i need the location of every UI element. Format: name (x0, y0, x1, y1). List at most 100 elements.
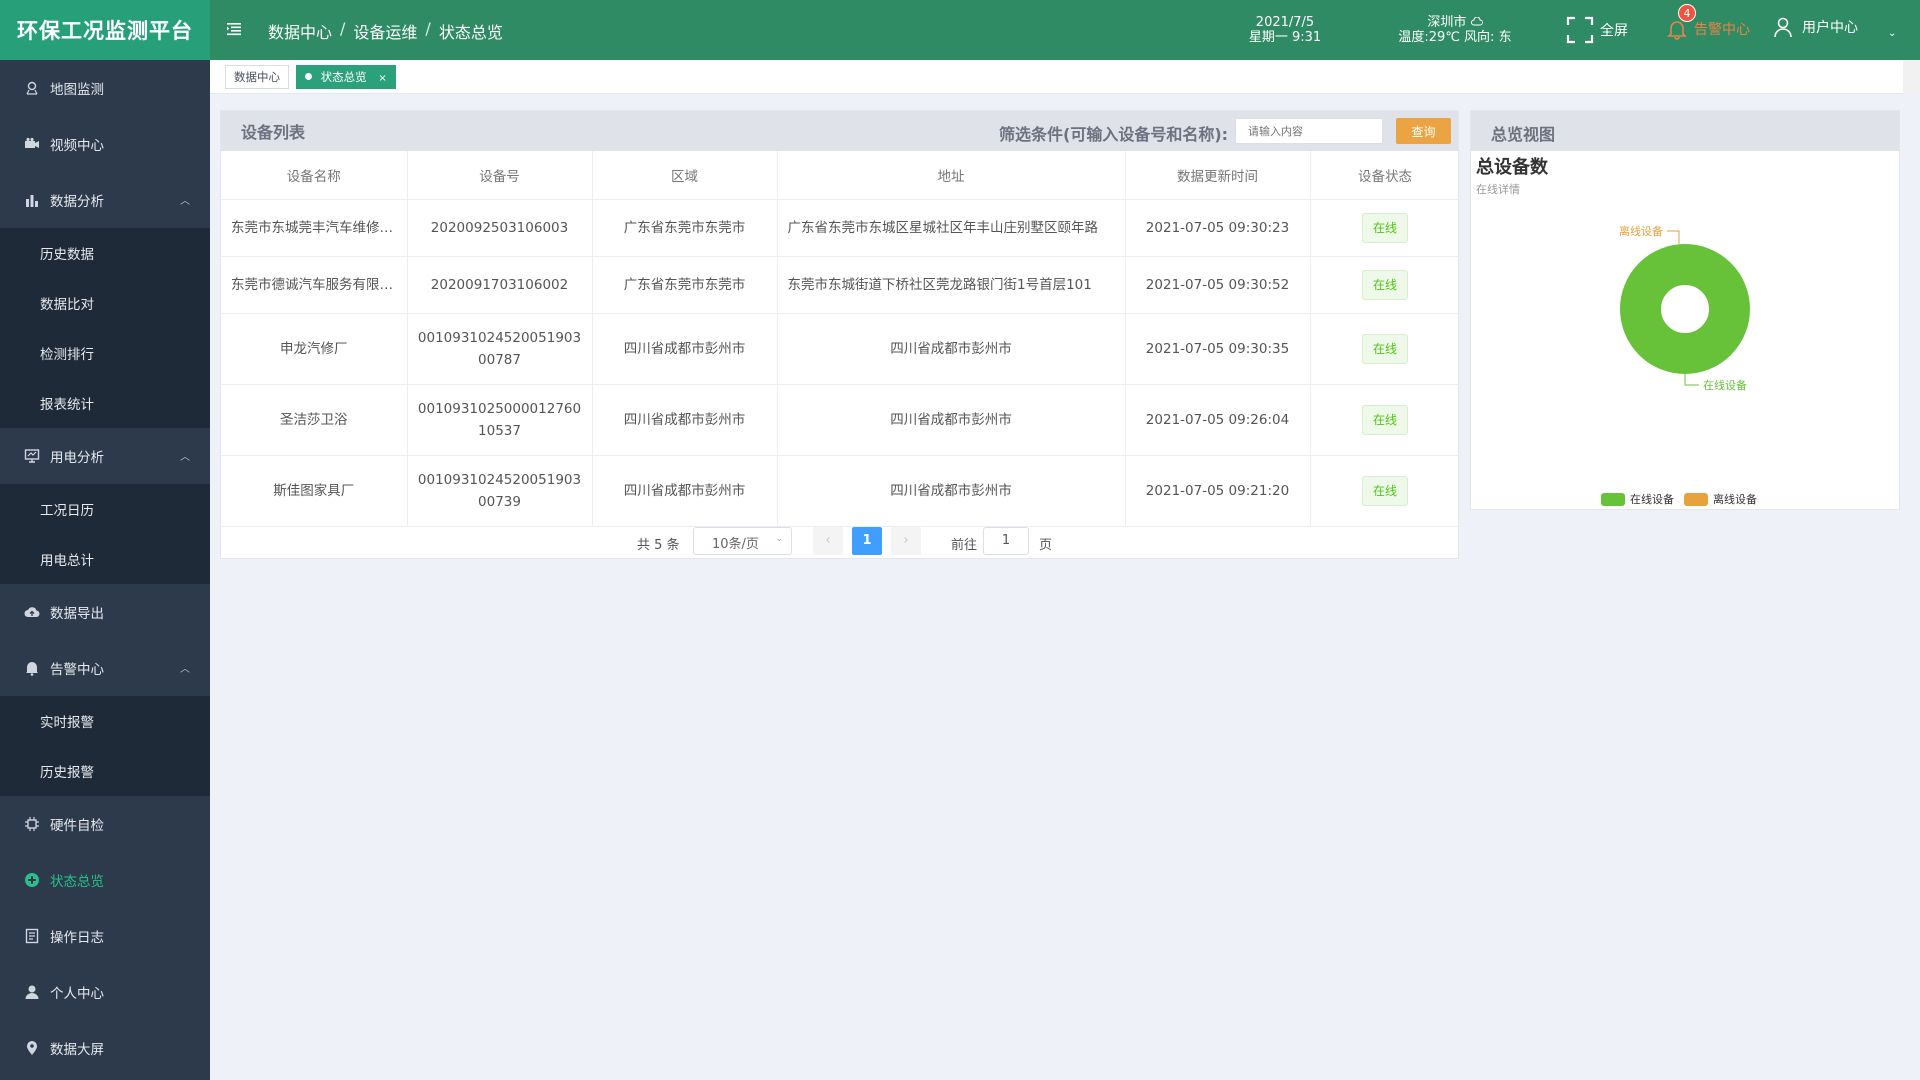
sidebar-item-data-export[interactable]: 数据导出 (0, 584, 210, 640)
submenu-item-ranking[interactable]: 检测排行 (0, 328, 210, 378)
breadcrumb: 数据中心 / 设备运维 / 状态总览 (268, 19, 503, 43)
table-row[interactable]: 东莞市德诚汽车服务有限公司 2020091703106002 广东省东莞市东莞市… (221, 256, 1461, 314)
device-list-header: 设备列表 筛选条件(可输入设备号和名称): 查询 (221, 111, 1458, 151)
user-center-button[interactable]: 用户中心 (1772, 16, 1858, 38)
menu-toggle-icon[interactable] (226, 21, 242, 37)
sidebar-item-big-screen[interactable]: 数据大屏 (0, 1020, 210, 1076)
column-header-status: 设备状态 (1310, 151, 1461, 200)
active-dot-icon (305, 73, 312, 80)
location-icon (27, 1041, 37, 1055)
chart-legend: 在线设备 离线设备 (1601, 491, 1757, 507)
app-logo-title: 环保工况监测平台 (0, 0, 210, 60)
query-button[interactable]: 查询 (1396, 118, 1451, 144)
submenu-item-work-calendar[interactable]: 工况日历 (0, 484, 210, 534)
table-row[interactable]: 圣洁莎卫浴 001093102500001276010537 四川省成都市彭州市… (221, 384, 1461, 456)
goto-page-input[interactable]: 1 (983, 527, 1029, 555)
sidebar-item-hardware-check[interactable]: 硬件自检 (0, 796, 210, 852)
sidebar-item-data-analysis[interactable]: 数据分析 ︿ (0, 172, 210, 228)
device-update-time-cell: 2021-07-05 09:30:52 (1125, 256, 1311, 314)
breadcrumb-item[interactable]: 数据中心 (268, 19, 332, 43)
alarm-center-button[interactable]: 4 告警中心 (1666, 4, 1750, 40)
device-status-cell: 在线 (1310, 384, 1461, 456)
sidebar-item-video[interactable]: 视频中心 (0, 116, 210, 172)
submenu-item-history-alarm[interactable]: 历史报警 (0, 746, 210, 796)
device-id-cell: 001093102452005190300787 (407, 313, 593, 385)
legend-item-online[interactable]: 在线设备 (1601, 491, 1674, 507)
device-name-cell: 斯佳图家具厂 (221, 455, 408, 527)
cloud-icon (1470, 16, 1483, 26)
donut-slice-online[interactable] (1620, 244, 1750, 374)
filter-label: 筛选条件(可输入设备号和名称): (999, 125, 1229, 144)
page-suffix-label: 页 (1039, 538, 1053, 553)
bar-chart-icon (26, 195, 38, 207)
date-text: 2021/7/5 (1255, 15, 1315, 30)
person-icon (25, 985, 39, 999)
overview-panel: 总览视图 总设备数 在线详情 离线设备 在线设备 在线设备 离线设备 (1470, 110, 1900, 510)
submenu-item-history-data[interactable]: 历史数据 (0, 228, 210, 278)
sidebar-item-power-analysis[interactable]: 用电分析 ︿ (0, 428, 210, 484)
breadcrumb-item[interactable]: 设备运维 (353, 19, 417, 43)
next-page-button[interactable]: › (891, 527, 921, 555)
document-icon (25, 928, 39, 944)
status-badge: 在线 (1362, 333, 1408, 364)
chevron-down-icon: ⌄ (775, 534, 783, 544)
breadcrumb-item: 状态总览 (438, 23, 503, 42)
submenu-item-data-compare[interactable]: 数据比对 (0, 278, 210, 328)
device-id-cell: 001093102452005190300739 (407, 455, 593, 527)
page-size-value: 10条/页 (712, 537, 759, 552)
device-table: 设备名称 设备号 区域 地址 数据更新时间 设备状态 东莞市东城莞丰汽车维修有限… (221, 151, 1461, 527)
page-number-current[interactable]: 1 (852, 527, 882, 555)
chevron-up-icon: ︿ (180, 452, 190, 463)
date-time-display: 2021/7/5 星期一 9:31 (1230, 15, 1340, 45)
submenu-item-power-total[interactable]: 用电总计 (0, 534, 210, 584)
table-row[interactable]: 申龙汽修厂 001093102452005190300787 四川省成都市彭州市… (221, 313, 1461, 385)
close-icon[interactable]: × (378, 73, 386, 84)
device-name-cell: 东莞市德诚汽车服务有限公司 (221, 256, 408, 314)
submenu-item-report[interactable]: 报表统计 (0, 378, 210, 428)
alarm-label: 告警中心 (1694, 22, 1750, 38)
device-region-cell: 四川省成都市彭州市 (592, 384, 778, 456)
cloud-upload-icon (24, 607, 40, 618)
status-badge: 在线 (1362, 404, 1408, 435)
sidebar-item-operation-log[interactable]: 操作日志 (0, 908, 210, 964)
slice-label-offline: 离线设备 (1619, 224, 1663, 238)
device-name-cell: 东莞市东城莞丰汽车维修有限公司 (221, 199, 408, 257)
sidebar-item-label: 个人中心 (50, 986, 104, 1002)
tab-data-center[interactable]: 数据中心 (225, 65, 289, 89)
tab-bar: 数据中心 状态总览 × (210, 60, 1920, 94)
legend-swatch-online (1601, 492, 1625, 506)
device-status-cell: 在线 (1310, 313, 1461, 385)
status-badge: 在线 (1362, 269, 1408, 300)
submenu-item-realtime-alarm[interactable]: 实时报警 (0, 696, 210, 746)
sidebar-item-map[interactable]: 地图监测 (0, 60, 210, 116)
table-row[interactable]: 东莞市东城莞丰汽车维修有限公司 2020092503106003 广东省东莞市东… (221, 199, 1461, 257)
device-update-time-cell: 2021-07-05 09:21:20 (1125, 455, 1311, 527)
device-status-donut-chart: 离线设备在线设备 (1619, 224, 1750, 392)
legend-item-offline[interactable]: 离线设备 (1684, 491, 1757, 507)
chip-icon (25, 817, 39, 831)
device-address-cell: 四川省成都市彭州市 (777, 455, 1126, 527)
chevron-down-icon[interactable]: ⌄ (1888, 28, 1896, 39)
legend-label-offline: 离线设备 (1713, 493, 1757, 506)
page-scrollbar[interactable] (1903, 60, 1920, 94)
tab-status-overview[interactable]: 状态总览 × (296, 65, 396, 89)
device-status-cell: 在线 (1310, 455, 1461, 527)
tab-label: 状态总览 (320, 70, 367, 84)
chevron-up-icon: ︿ (180, 664, 190, 675)
device-address-cell: 四川省成都市彭州市 (777, 313, 1126, 385)
prev-page-button[interactable]: ‹ (813, 527, 843, 555)
sidebar-item-status-overview[interactable]: 状态总览 (0, 852, 210, 908)
fullscreen-button[interactable]: 全屏 (1566, 16, 1628, 44)
weather-text: 温度:29℃ 风向: 东 (1398, 30, 1512, 45)
submenu-alarm-center: 实时报警 历史报警 (0, 696, 210, 796)
page-size-select[interactable]: 10条/页 ⌄ (693, 527, 792, 555)
sidebar-item-label: 操作日志 (50, 930, 104, 946)
sidebar-item-alarm-center[interactable]: 告警中心 ︿ (0, 640, 210, 696)
sidebar-item-label: 视频中心 (50, 138, 104, 154)
sidebar-item-label: 数据分析 (50, 194, 104, 210)
fullscreen-icon (1566, 16, 1594, 44)
filter-search-input[interactable] (1235, 118, 1383, 144)
sidebar-item-personal-center[interactable]: 个人中心 (0, 964, 210, 1020)
table-row[interactable]: 斯佳图家具厂 001093102452005190300739 四川省成都市彭州… (221, 455, 1461, 527)
device-region-cell: 四川省成都市彭州市 (592, 455, 778, 527)
